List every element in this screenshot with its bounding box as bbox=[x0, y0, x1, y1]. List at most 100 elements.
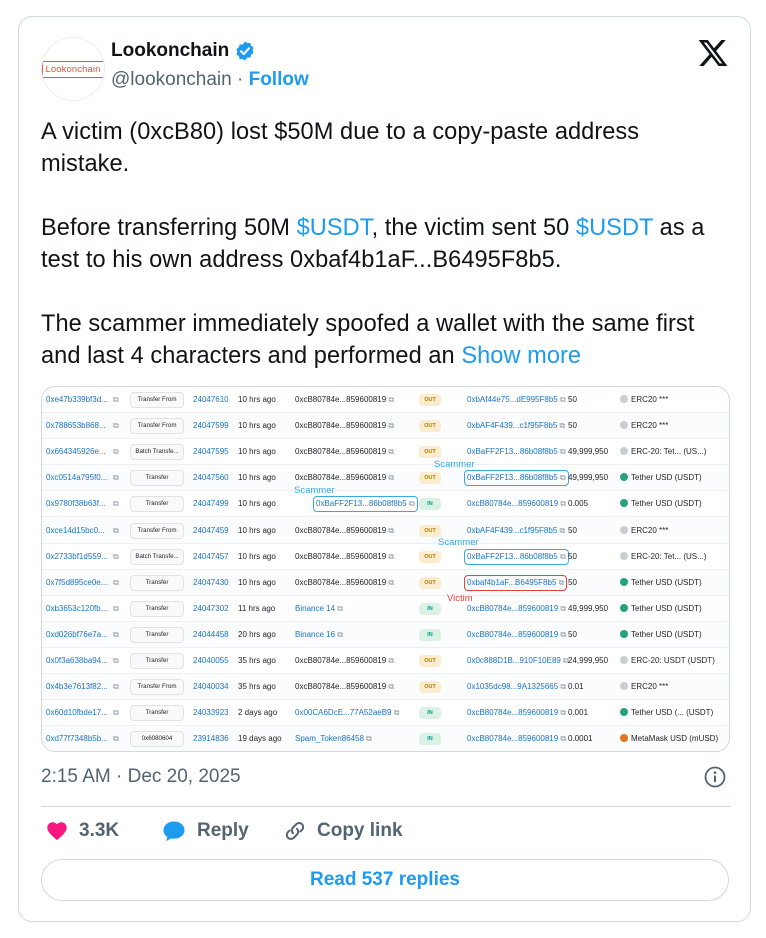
to-address: 0xbAF4F439...c1f95F8b5 ⧉ bbox=[467, 421, 565, 431]
copy-icon: ⧉ bbox=[113, 447, 119, 457]
from-address: Spam_Token86458 ⧉ bbox=[295, 734, 372, 744]
to-address-text: 0xcB80784e...859600819 bbox=[467, 734, 559, 744]
method-badge: Transfer bbox=[130, 626, 184, 643]
token-icon bbox=[620, 551, 628, 560]
tx-age: 35 hrs ago bbox=[238, 656, 276, 665]
tx-hash: 0xce14d15bc0... bbox=[46, 525, 105, 535]
method-badge: Transfer From bbox=[130, 418, 184, 435]
token-name-text: Tether USD (USDT) bbox=[631, 577, 702, 587]
to-address-text: 0xcB80784e...859600819 bbox=[467, 499, 559, 509]
copy-icon: ⧉ bbox=[558, 708, 567, 718]
copy-icon: ⧉ bbox=[558, 629, 567, 639]
token-icon bbox=[620, 603, 628, 612]
tx-age: 2 days ago bbox=[238, 708, 278, 718]
read-replies-button[interactable]: Read 537 replies bbox=[41, 859, 729, 901]
show-more-link[interactable]: Show more bbox=[461, 343, 581, 369]
to-address: 0xcB80784e...859600819 ⧉ bbox=[467, 734, 566, 744]
copy-icon: ⧉ bbox=[386, 525, 395, 535]
copy-icon: ⧉ bbox=[335, 603, 343, 613]
reply-button[interactable]: Reply bbox=[161, 816, 249, 846]
info-icon[interactable] bbox=[703, 765, 727, 789]
x-logo-icon[interactable] bbox=[697, 37, 729, 69]
copy-icon: ⧉ bbox=[113, 551, 119, 561]
token-icon bbox=[620, 525, 628, 534]
method-badge: Transfer bbox=[130, 574, 184, 591]
tx-value: 50 bbox=[568, 395, 577, 404]
token-name-text: ERC20 *** bbox=[631, 682, 669, 692]
to-address-text: 0xcB80784e...859600819 bbox=[467, 629, 559, 639]
author-display-name[interactable]: Lookonchain bbox=[111, 39, 229, 63]
direction-badge: IN bbox=[419, 602, 441, 615]
token-name: ERC20 *** bbox=[620, 682, 668, 692]
tx-hash: 0xd026bf76e7a... bbox=[46, 629, 108, 639]
block-number: 24040034 bbox=[193, 682, 229, 692]
to-address: 0xbAf44e75...dE995F8b5 ⧉ bbox=[467, 395, 566, 405]
token-name: Tether USD (USDT) bbox=[620, 499, 702, 509]
copy-link-label: Copy link bbox=[317, 820, 403, 841]
token-icon bbox=[620, 734, 628, 743]
from-address: 0xcB80784e...859600819 ⧉ bbox=[295, 682, 394, 692]
to-address-text: 0xcB80784e...859600819 bbox=[467, 708, 559, 718]
token-name-text: ERC20 *** bbox=[631, 395, 669, 404]
from-address-text: Binance 16 bbox=[295, 629, 336, 639]
tx-hash: 0xe47b339bf3d... bbox=[46, 395, 108, 404]
method-badge: Transfer bbox=[130, 600, 184, 617]
from-address-text: 0xcB80784e...859600819 bbox=[295, 421, 387, 431]
link-chain-icon bbox=[285, 822, 305, 840]
from-address: 0xcB80784e...859600819 ⧉ bbox=[295, 395, 394, 405]
cashtag-link[interactable]: $USDT bbox=[297, 215, 372, 241]
tx-age: 19 days ago bbox=[238, 734, 282, 744]
like-button[interactable]: 3.3K bbox=[45, 816, 119, 846]
tx-age: 10 hrs ago bbox=[238, 421, 276, 431]
tx-age: 10 hrs ago bbox=[238, 577, 276, 587]
tx-age: 10 hrs ago bbox=[238, 473, 276, 483]
token-name: Tether USD (USDT) bbox=[620, 473, 702, 483]
tx-hash: 0x60d10fbde17... bbox=[46, 708, 108, 718]
method-badge: Transfer bbox=[130, 705, 184, 722]
direction-badge: IN bbox=[419, 498, 441, 511]
tweet-timestamp[interactable]: 2:15 AM · Dec 20, 2025 bbox=[41, 765, 241, 789]
table-row: 0x664345926e... ⧉ Batch Transfe... 24047595… bbox=[42, 439, 729, 466]
to-address-text: 0x0c888D1B...910F10E89 bbox=[467, 656, 561, 665]
follow-button[interactable]: Follow bbox=[249, 69, 309, 90]
table-row: 0xc0514a795f0... ⧉ Transfer 24047560 10 hrs … bbox=[42, 465, 729, 492]
copy-icon: ⧉ bbox=[113, 708, 119, 718]
tx-hash: 0x664345926e... bbox=[46, 447, 106, 457]
like-count: 3.3K bbox=[79, 820, 120, 841]
author-name-row: Lookonchain bbox=[111, 39, 256, 63]
tx-value: 49,999,950 bbox=[568, 603, 609, 613]
from-address: 0xcB80784e...859600819 ⧉ bbox=[295, 552, 394, 562]
table-row: 0xce14d15bc0... ⧉ Transfer From 24047459 10 … bbox=[42, 517, 729, 544]
author-handle[interactable]: @lookonchain bbox=[111, 69, 232, 90]
table-row: 0x4b3e7613f82... ⧉ Transfer From 24040034 35… bbox=[42, 674, 729, 701]
block-number: 24047610 bbox=[193, 395, 229, 404]
block-number: 24047459 bbox=[193, 525, 229, 535]
to-address: 0xBaFF2F13...86b08f8b5 ⧉ bbox=[467, 447, 566, 457]
copy-icon: ⧉ bbox=[386, 395, 395, 404]
annotation-label: Scammer bbox=[294, 485, 335, 496]
token-name-text: Tether USD (USDT) bbox=[631, 499, 702, 509]
copy-icon: ⧉ bbox=[558, 603, 567, 613]
token-icon bbox=[620, 395, 628, 403]
avatar[interactable]: Lookonchain bbox=[41, 37, 105, 101]
direction-badge: OUT bbox=[419, 472, 441, 485]
method-badge: Batch Transfe... bbox=[130, 548, 184, 565]
cashtag-link[interactable]: $USDT bbox=[576, 215, 653, 241]
token-name: ERC20 *** bbox=[620, 395, 668, 405]
from-address-text: 0xcB80784e...859600819 bbox=[295, 525, 387, 535]
tx-value: 50 bbox=[568, 525, 577, 535]
to-address-text: 0x1035dc98...9A1325665 bbox=[467, 682, 559, 692]
tx-value: 50 bbox=[568, 421, 577, 431]
token-name: Tether USD (USDT) bbox=[620, 603, 702, 614]
copy-link-button[interactable]: Copy link bbox=[283, 816, 403, 846]
tweet-card: Lookonchain Lookonchain @lookonchain · F… bbox=[18, 16, 751, 922]
direction-badge: OUT bbox=[419, 420, 441, 433]
table-row: 0xd77f7348b5b... ⧉ 0x6080604 23914836 19 day… bbox=[42, 726, 729, 751]
copy-icon: ⧉ bbox=[557, 551, 566, 561]
direction-badge: IN bbox=[419, 628, 441, 641]
tx-age: 10 hrs ago bbox=[238, 525, 276, 535]
attached-image-transactions-table[interactable]: 0xe47b339bf3d... ⧉ Transfer From 24047610 10… bbox=[41, 386, 730, 752]
tx-age: 20 hrs ago bbox=[238, 629, 276, 639]
block-number: 24047560 bbox=[193, 473, 229, 483]
token-name: Tether USD (... (USDT) bbox=[620, 708, 713, 718]
